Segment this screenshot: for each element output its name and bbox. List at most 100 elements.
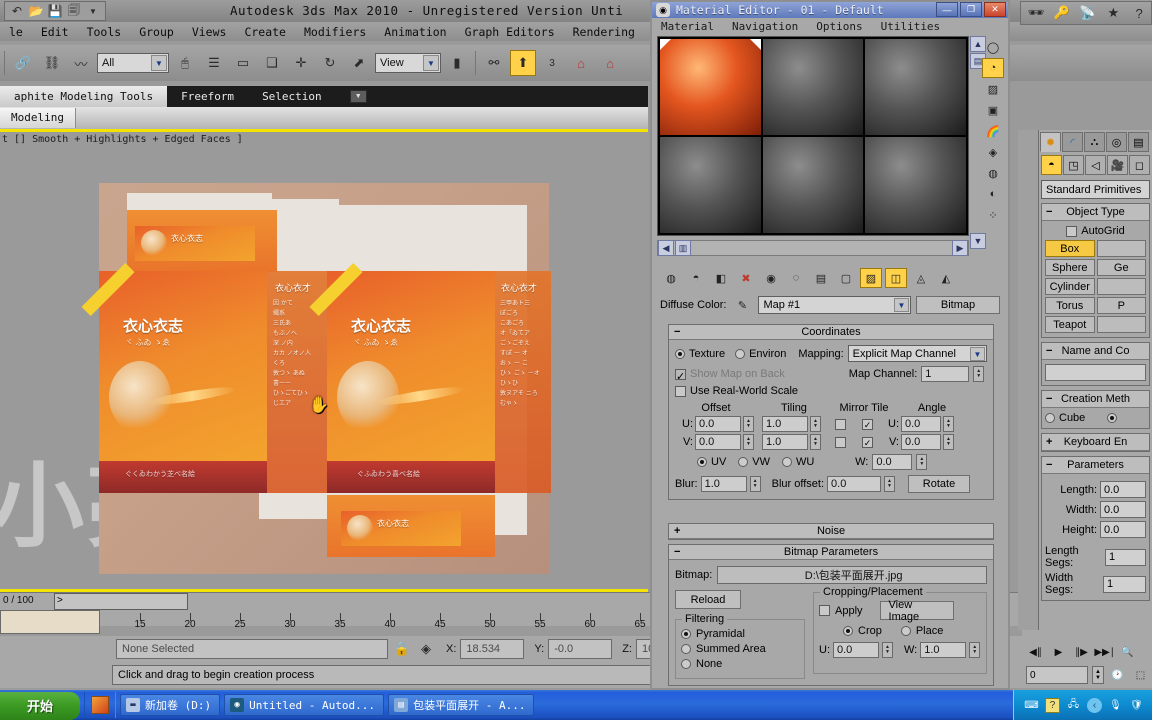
material-slot-6[interactable] (865, 137, 966, 233)
lights-icon[interactable]: ◁ (1085, 155, 1106, 175)
ribbon-panel-modeling[interactable]: Modeling (0, 108, 76, 128)
box-model[interactable]: 衣心衣志 衣心衣志 ヾ ふゐ ゝゑ ぐくゐわかう芝べ名絵 衣心衣才 因 かて 縄… (81, 183, 551, 574)
bitmap-button[interactable]: Bitmap (916, 296, 1000, 314)
menu-modifiers[interactable]: Modifiers (295, 25, 375, 39)
menu-options[interactable]: Options (807, 20, 871, 33)
menu-create[interactable]: Create (235, 25, 295, 39)
collapse-icon[interactable]: − (1046, 206, 1052, 218)
helpers-icon[interactable]: ◻ (1129, 155, 1150, 175)
ribbon-tab-selection[interactable]: Selection (248, 86, 336, 107)
mirror-v-checkbox[interactable] (835, 436, 846, 448)
next-frame-icon[interactable]: ∥▶ (1072, 644, 1091, 661)
subcategory-combo[interactable]: Standard Primitives (1041, 180, 1150, 199)
scroll-thumb[interactable]: ▥ (675, 240, 691, 256)
menu-group[interactable]: Group (130, 25, 183, 39)
collapse-icon[interactable]: − (1046, 459, 1052, 471)
width-segs-field[interactable]: 1 (1102, 575, 1146, 593)
unlink-selection-icon[interactable]: ⛓ (39, 50, 65, 76)
crop-w-field[interactable]: 1.0 (920, 642, 967, 658)
texture-radio[interactable] (675, 348, 685, 359)
window-controls[interactable]: — ❐ ✕ (936, 2, 1006, 17)
tiling-u-field[interactable]: 1.0 (762, 416, 808, 432)
material-slot-4[interactable] (660, 137, 761, 233)
coordinates-header[interactable]: − Coordinates (669, 325, 993, 340)
tile-v-checkbox[interactable]: ✓ (862, 436, 873, 448)
map-name-combo[interactable]: Map #1 ▼ (758, 296, 911, 314)
object-type-buttons[interactable]: Box Sphere Ge Cylinder Torus P Teapot (1045, 240, 1146, 333)
blur-spinner[interactable]: ▲ ▼ (749, 476, 761, 492)
plane-button[interactable] (1096, 316, 1146, 333)
system-tray[interactable]: ⌨ ? 🖧 ‹ 🎙 🛡 (1013, 690, 1152, 720)
maxscript-listener[interactable] (0, 610, 100, 634)
sample-uv-tiling-icon[interactable]: ▣ (982, 100, 1004, 120)
box-radio[interactable] (1107, 413, 1118, 423)
ribbon-tab-graphite[interactable]: aphite Modeling Tools (0, 86, 168, 107)
satellite-icon[interactable]: 📡 (1076, 0, 1100, 26)
graphite-ribbon-panel[interactable]: Modeling (0, 107, 648, 129)
frame-spinner[interactable]: ▲ ▼ (1092, 666, 1104, 684)
vw-radio[interactable] (738, 457, 749, 467)
diffuse-color-row[interactable]: Diffuse Color: ✎ Map #1 ▼ Bitmap (660, 295, 1000, 315)
crop-radio[interactable] (843, 626, 853, 636)
modify-tab-icon[interactable]: ◜ (1062, 132, 1083, 152)
window-crossing-icon[interactable]: ❑ (259, 50, 285, 76)
cameras-icon[interactable]: 🎥 (1107, 155, 1128, 175)
offset-u-spinner[interactable]: ▲ ▼ (743, 416, 754, 432)
summed-area-radio[interactable] (681, 644, 691, 654)
menu-utilities[interactable]: Utilities (872, 20, 950, 33)
material-effects-channel-icon[interactable]: ▢ (835, 268, 857, 288)
crop-u-field[interactable]: 0.0 (833, 642, 879, 658)
eyedropper-icon[interactable]: ✎ (731, 295, 753, 315)
menu-edit[interactable]: Edit (32, 25, 78, 39)
absolute-relative-mode-icon[interactable]: ◈ (416, 639, 436, 659)
angle-u-field[interactable]: 0.0 (901, 416, 941, 432)
apply-checkbox[interactable] (819, 605, 830, 616)
backlight-icon[interactable]: ◔ (982, 58, 1004, 78)
angle-v-field[interactable]: 0.0 (901, 434, 941, 450)
show-map-in-viewport-icon[interactable]: ▨ (860, 268, 882, 288)
geosphere-button[interactable]: Ge (1096, 259, 1146, 276)
collapse-icon[interactable]: − (1046, 345, 1052, 357)
go-to-parent-icon[interactable]: ◬ (910, 268, 932, 288)
time-slider-handle[interactable]: > (54, 593, 188, 610)
help-icon[interactable]: ? (1127, 0, 1151, 26)
graphite-ribbon-tabs[interactable]: aphite Modeling Tools Freeform Selection… (0, 86, 648, 107)
parameters-rollout[interactable]: − Parameters Length: 0.0 Width: 0.0 Heig… (1041, 456, 1150, 601)
cube-radio[interactable] (1045, 413, 1055, 423)
angle-snap-toggle-icon[interactable]: ⌂ (568, 50, 594, 76)
chevron-down-icon[interactable]: ▼ (970, 347, 985, 361)
background-checker-icon[interactable]: ▨ (982, 79, 1004, 99)
app-icon[interactable] (91, 696, 109, 714)
selection-filter-combo[interactable]: All ▼ (97, 53, 169, 73)
quick-access-toolbar[interactable]: ↶ 📂 💾 🗐 ▼ (4, 1, 106, 21)
chevron-down-icon[interactable]: ▼ (84, 3, 102, 20)
chevron-down-icon[interactable]: ▼ (894, 298, 909, 312)
y-coordinate-field[interactable]: -0.0 (548, 639, 613, 659)
tiling-v-field[interactable]: 1.0 (762, 434, 808, 450)
name-and-color-rollout[interactable]: − Name and Co (1041, 342, 1150, 386)
collapse-icon[interactable]: − (1046, 393, 1052, 405)
keyboard-icon[interactable]: ⌨ (1024, 698, 1039, 713)
material-sample-slots[interactable] (657, 36, 969, 236)
make-preview-icon[interactable]: ◈ (982, 142, 1004, 162)
noise-header[interactable]: + Noise (669, 524, 993, 539)
show-hidden-icon[interactable]: ‹ (1087, 697, 1102, 713)
material-editor-toolbar[interactable]: ◍ ◓ ◧ ✖ ◉ ◌ ▤ ▢ ▨ ◫ ◬ ◭ (660, 268, 1000, 288)
offset-u-field[interactable]: 0.0 (695, 416, 741, 432)
use-pivot-point-center-icon[interactable]: ▮ (444, 50, 470, 76)
lock-selection-icon[interactable]: 🔒 (392, 639, 412, 659)
zoom-region-icon[interactable]: ⬚ (1131, 667, 1150, 684)
bitmap-parameters-header[interactable]: − Bitmap Parameters (669, 545, 993, 560)
menu-views[interactable]: Views (183, 25, 236, 39)
torus-button[interactable]: Torus (1045, 297, 1095, 314)
chevron-down-icon[interactable]: ▼ (423, 55, 439, 71)
reference-coordinate-combo[interactable]: View ▼ (375, 53, 441, 73)
teapot-button[interactable]: Teapot (1045, 316, 1095, 333)
bitmap-path-button[interactable]: D:\包装平面展开.jpg (717, 566, 987, 584)
x-coordinate-field[interactable]: 18.534 (460, 639, 525, 659)
command-panel[interactable]: ✹ ◜ ⛬ ◎ ▤ ◓ ◳ ◁ 🎥 ◻ Standard Primitives … (1038, 130, 1152, 630)
material-map-navigator-icon[interactable]: ⁘ (982, 205, 1004, 225)
make-unique-icon[interactable]: ◌ (785, 268, 807, 288)
chevron-down-icon[interactable]: ▼ (349, 90, 367, 103)
tiling-u-spinner[interactable]: ▲ ▼ (810, 416, 821, 432)
